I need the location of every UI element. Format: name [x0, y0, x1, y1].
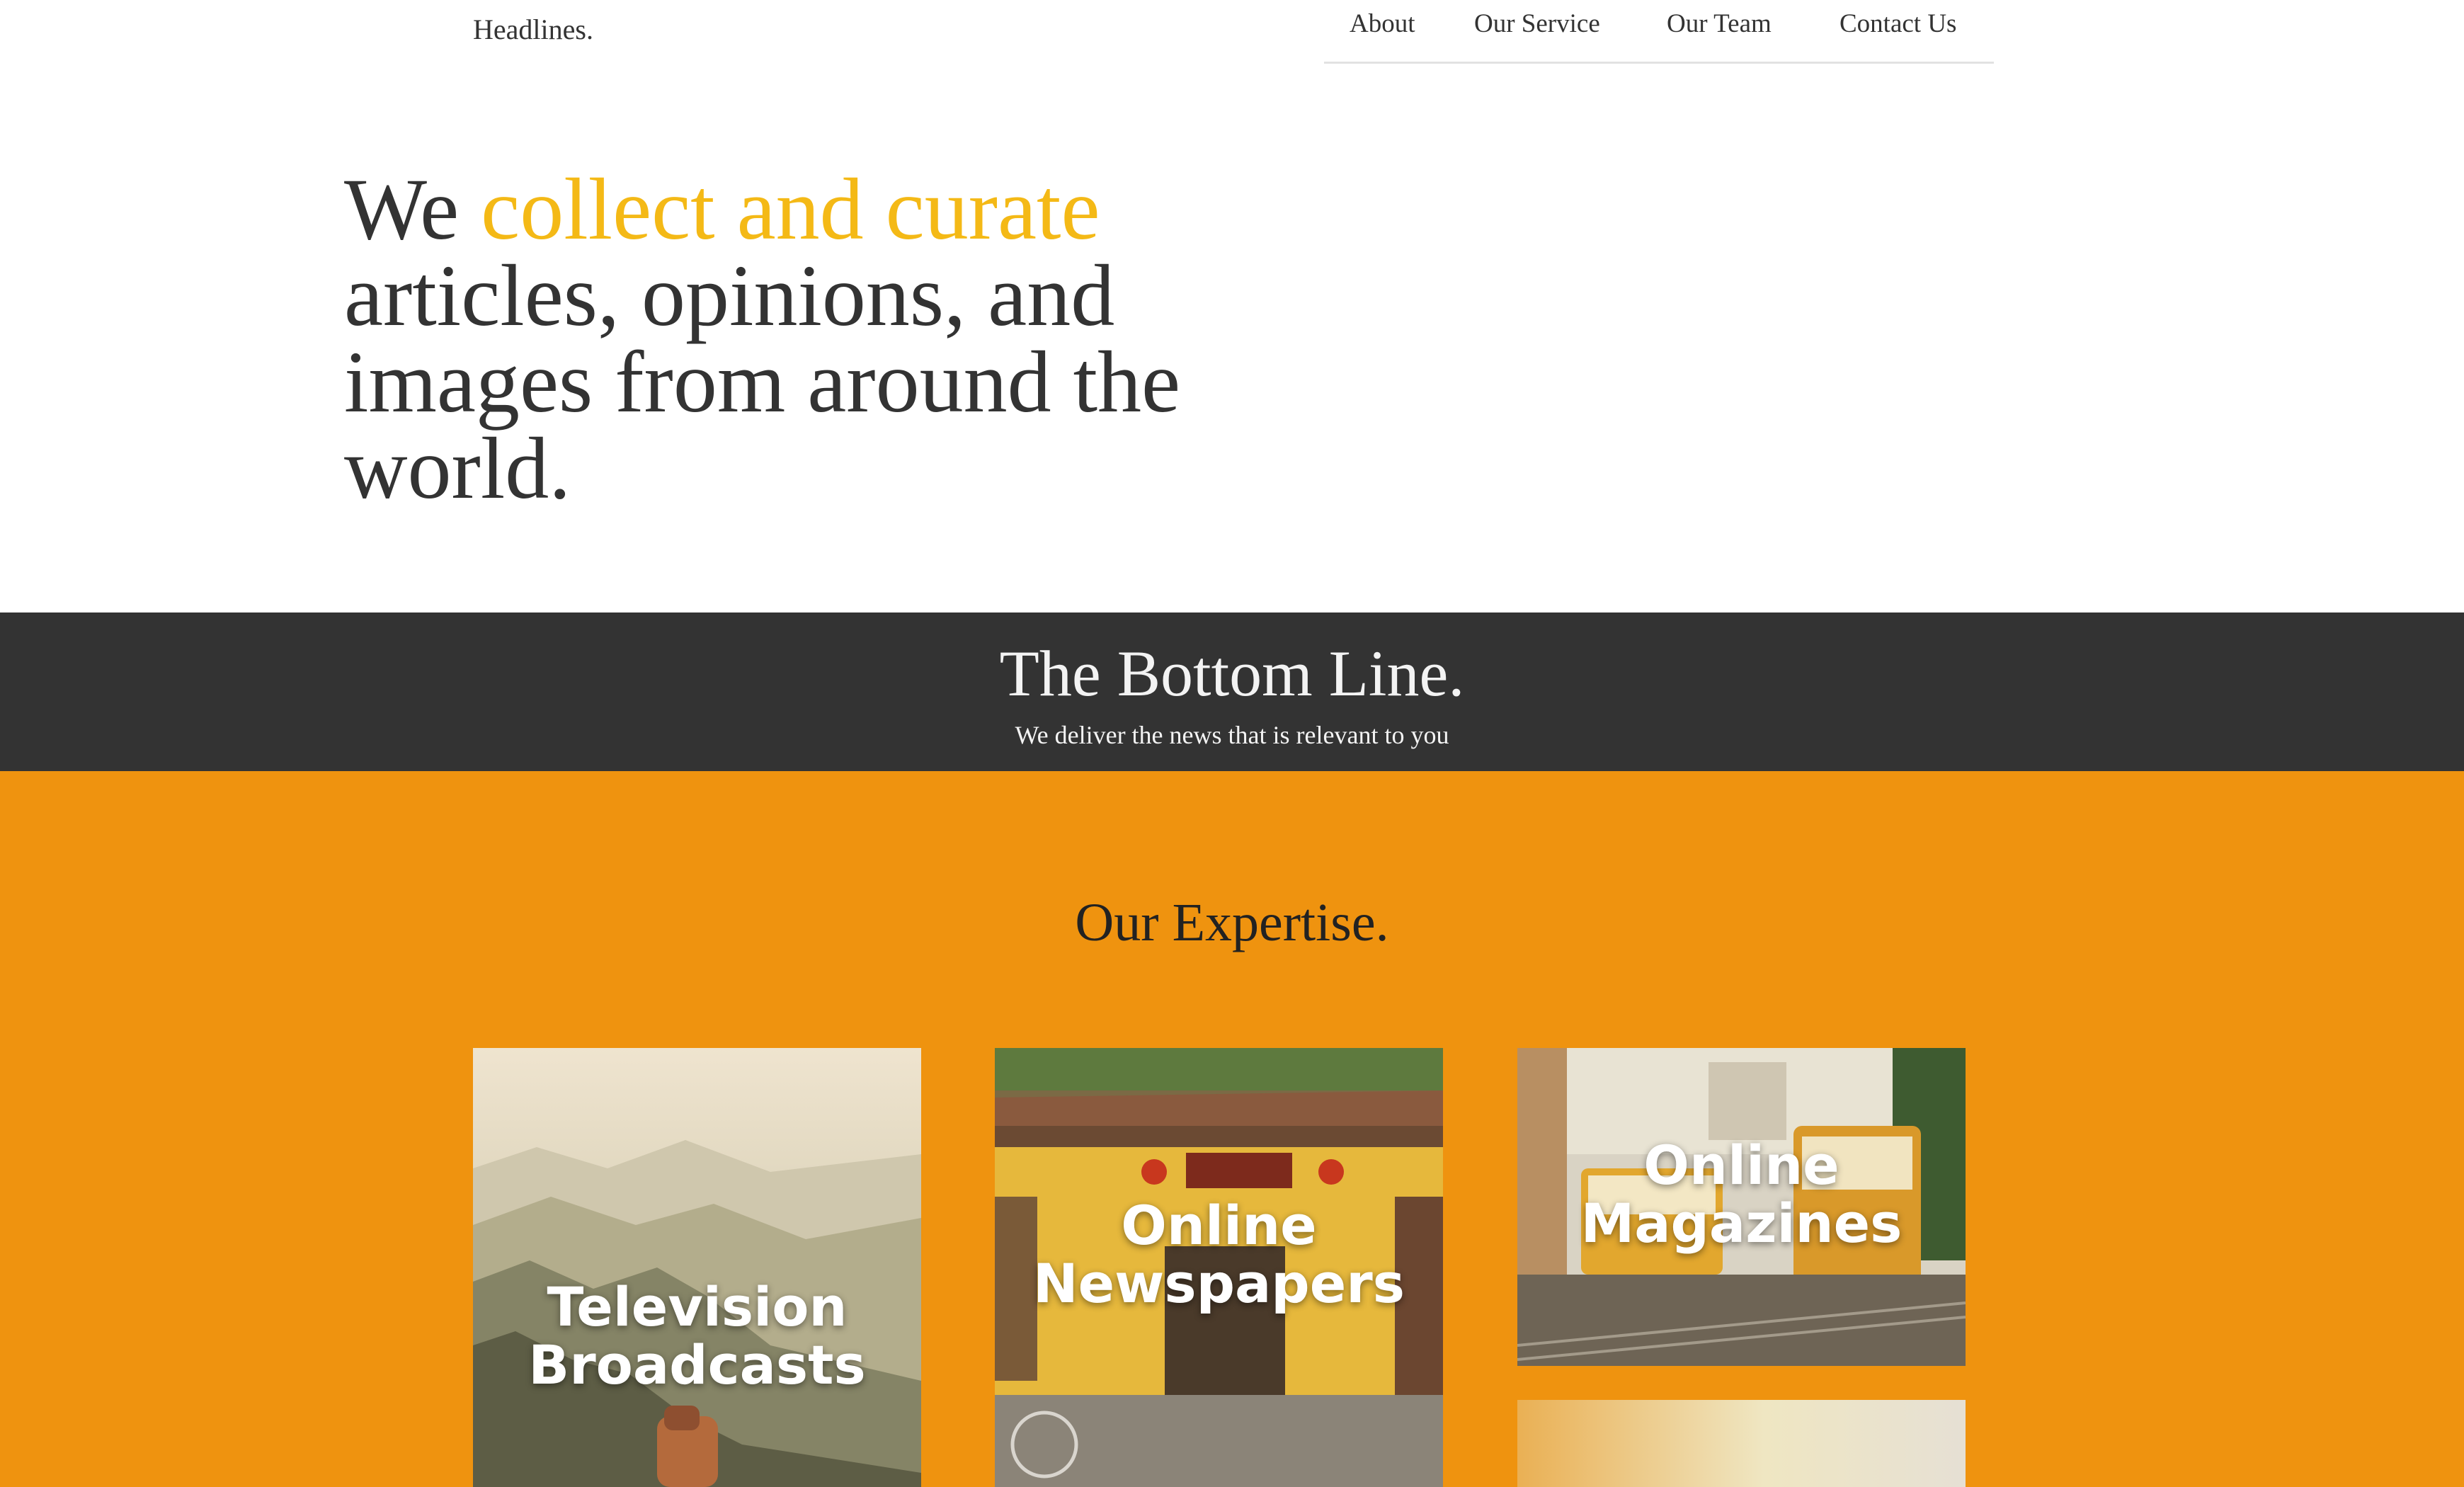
bottom-line-section: The Bottom Line. We deliver the news tha… — [0, 613, 2464, 771]
main-nav: About Our Service Our Team Contact Us — [1324, 0, 1994, 64]
soft-gradient-image — [1517, 1400, 1966, 1487]
hero-heading: We collect and curate articles, opinions,… — [344, 166, 1378, 513]
mountain-hiker-image — [473, 1048, 921, 1487]
site-logo[interactable]: Headlines. — [473, 13, 593, 46]
card-television-broadcasts[interactable]: Television Broadcasts — [473, 1048, 921, 1487]
nav-our-service[interactable]: Our Service — [1474, 8, 1600, 39]
hero-accent: collect and curate — [481, 161, 1100, 258]
nav-contact-us[interactable]: Contact Us — [1840, 8, 1956, 39]
bottom-line-subtitle: We deliver the news that is relevant to … — [1015, 721, 1449, 749]
card-label-online-newspapers: Online Newspapers — [1033, 1194, 1405, 1315]
hero-line-4: world. — [344, 420, 571, 517]
bottom-line-title: The Bottom Line. — [999, 637, 1465, 710]
card-online-newspapers[interactable]: Online Newspapers — [995, 1048, 1443, 1487]
card-online-magazines[interactable]: Online Magazines — [1517, 1048, 1966, 1366]
hero-line-3: images from around the — [344, 334, 1181, 431]
expertise-title: Our Expertise. — [1075, 893, 1389, 952]
hero-line-2: articles, opinions, and — [344, 247, 1115, 344]
card-label-television-broadcasts: Television Broadcasts — [528, 1275, 866, 1396]
expertise-section: Our Expertise. Television Broadcasts Onl… — [0, 771, 2464, 1487]
nav-our-team[interactable]: Our Team — [1667, 8, 1772, 39]
nav-about[interactable]: About — [1350, 8, 1415, 39]
hero-lead: We — [344, 161, 481, 258]
card-label-online-magazines: Online Magazines — [1580, 1134, 1903, 1255]
card-partial-image[interactable] — [1517, 1400, 1966, 1487]
